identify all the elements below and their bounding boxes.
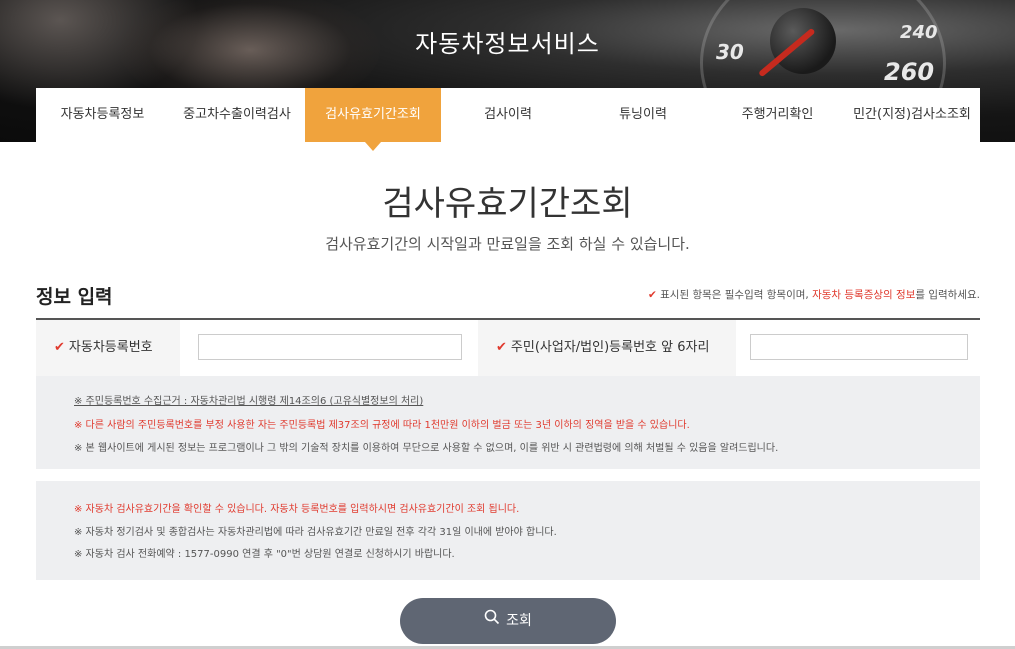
- nav-item-tuning-history[interactable]: 튜닝이력: [575, 88, 711, 142]
- page-subtitle: 검사유효기간의 시작일과 만료일을 조회 하실 수 있습니다.: [325, 235, 690, 253]
- id-number-label: ✔ 주민(사업자/법인)등록번호 앞 6자리: [478, 320, 736, 376]
- check-icon: ✔: [496, 340, 507, 355]
- required-note-text: 표시된 항목은 필수입력 항목이며,: [660, 289, 813, 301]
- vehicle-number-input[interactable]: [198, 334, 462, 360]
- id-number-label-text: 주민(사업자/법인)등록번호 앞 6자리: [510, 340, 710, 355]
- gauge-number: 260: [884, 58, 935, 86]
- service-notice-box: ※ 자동차 검사유효기간을 확인할 수 있습니다. 자동차 등록번호를 입력하시…: [36, 481, 980, 580]
- notice-line-highlight: ※ 자동차 검사유효기간을 확인할 수 있습니다. 자동차 등록번호를 입력하시…: [74, 504, 520, 515]
- id-number-input[interactable]: [750, 334, 968, 360]
- required-note-suffix: 를 입력하세요.: [915, 289, 980, 301]
- nav-item-mileage-check[interactable]: 주행거리확인: [711, 88, 844, 142]
- vehicle-number-label: ✔ 자동차등록번호: [36, 320, 180, 376]
- notice-line: ※ 주민등록번호 수집근거 : 자동차관리법 시행령 제14조의6 (고유식별정…: [74, 392, 423, 407]
- page-title: 검사유효기간조회: [382, 184, 633, 224]
- nav-item-private-inspection-center[interactable]: 민간(지정)검사소조회: [844, 88, 980, 142]
- section-title: 정보 입력: [36, 286, 113, 308]
- main-nav: 자동차등록정보 중고차수출이력검사 검사유효기간조회 검사이력 튜닝이력 주행거…: [36, 88, 980, 151]
- nav-item-export-history[interactable]: 중고차수출이력검사: [169, 88, 305, 142]
- nav-item-vehicle-registration[interactable]: 자동차등록정보: [36, 88, 169, 142]
- required-note-highlight: 자동차 등록증상의 정보: [812, 289, 916, 301]
- site-title: 자동차정보서비스: [415, 30, 600, 58]
- search-icon: [484, 598, 500, 644]
- notice-line: ※ 자동차 검사 전화예약 : 1577-0990 연결 후 "0"번 상담원 …: [74, 549, 455, 560]
- check-icon: ✔: [54, 340, 65, 355]
- nav-item-inspection-validity[interactable]: 검사유효기간조회: [305, 88, 441, 151]
- check-icon: ✔: [647, 289, 657, 301]
- notice-line: ※ 본 웹사이트에 게시된 정보는 프로그램이나 그 밖의 기술적 장치를 이용…: [74, 443, 779, 454]
- notice-text: ※ 주민등록번호 수집근거 : 자동차관리법 시행령 제14조의6 (고유식별정…: [74, 396, 424, 407]
- privacy-notice-box: ※ 주민등록번호 수집근거 : 자동차관리법 시행령 제14조의6 (고유식별정…: [36, 376, 980, 469]
- notice-line-warning: ※ 다른 사람의 주민등록번호를 부정 사용한 자는 주민등록법 제37조의 규…: [74, 420, 690, 431]
- required-note: ✔ 표시된 항목은 필수입력 항목이며, 자동차 등록증상의 정보를 입력하세요…: [648, 287, 980, 302]
- search-button-label: 조회: [506, 613, 532, 629]
- search-button[interactable]: 조회: [400, 598, 616, 644]
- notice-line: ※ 자동차 정기검사 및 종합검사는 자동차관리법에 따라 검사유효기간 만료일…: [74, 527, 557, 538]
- nav-item-inspection-history[interactable]: 검사이력: [441, 88, 575, 142]
- vehicle-number-label-text: 자동차등록번호: [68, 340, 153, 355]
- input-form-row: ✔ 자동차등록번호 ✔ 주민(사업자/법인)등록번호 앞 6자리: [36, 318, 980, 377]
